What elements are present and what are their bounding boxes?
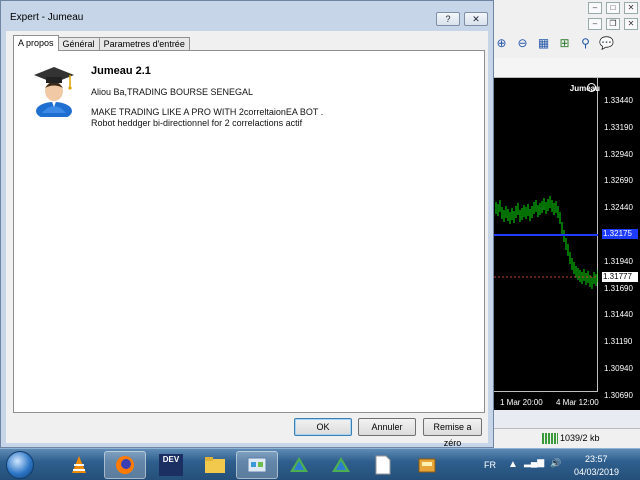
chart-plot-area xyxy=(494,78,599,392)
traffic-status: 1039/2 kb xyxy=(560,433,600,443)
tab-a-propos[interactable]: A propos xyxy=(13,35,59,51)
indicators-icon[interactable]: ⊞ xyxy=(557,36,572,51)
archive-icon[interactable] xyxy=(406,451,448,479)
ea-description-line2: Robot heddger bi-directionnel for 2 corr… xyxy=(91,118,303,128)
metatrader-icon[interactable] xyxy=(320,451,362,479)
zoom-out-icon[interactable]: ⊖ xyxy=(515,36,530,51)
ok-button[interactable]: OK xyxy=(294,418,352,436)
control-panel-icon[interactable] xyxy=(236,451,278,479)
terminal-window-controls: – □ ✕ xyxy=(588,2,638,14)
language-indicator[interactable]: FR xyxy=(484,460,496,470)
chart-window-controls: – ❐ ✕ xyxy=(588,18,638,30)
time-label: 4 Mar 12:00 xyxy=(556,398,599,407)
price-label: 1.30940 xyxy=(604,364,633,373)
connection-bars-icon xyxy=(542,433,558,444)
price-chart[interactable]: Jumeau 1.33440 1.33190 1.32940 1.32690 1.324… xyxy=(494,78,640,410)
blue-line-price-box: 1.32175 xyxy=(602,229,638,239)
price-label: 1.33440 xyxy=(604,96,633,105)
zoom-in-icon[interactable]: ⊕ xyxy=(494,36,509,51)
dialog-client: A propos Général Parametres d'entrée Jum… xyxy=(6,31,488,448)
ea-description-line1: MAKE TRADING LIKE A PRO WITH 2correltaio… xyxy=(91,107,324,117)
price-label: 1.31440 xyxy=(604,310,633,320)
network-icon[interactable]: ▂▄▆ xyxy=(524,457,544,468)
terminal-statusbar: 1039/2 kb xyxy=(494,428,640,448)
graduate-avatar-icon xyxy=(34,67,74,117)
dialog-titlebar[interactable]: Expert - Jumeau ? ✕ xyxy=(1,1,493,31)
price-label: 1.32940 xyxy=(604,149,633,159)
price-label: 1.32690 xyxy=(604,176,633,186)
maximize-button[interactable]: □ xyxy=(606,2,620,14)
start-button[interactable] xyxy=(6,451,34,479)
windows-taskbar: DEV FR ▲ ▂▄▆ 🔊 23:57 04/03/2019 xyxy=(0,448,640,480)
price-label: 1.33190 xyxy=(604,122,633,132)
taskbar-separator xyxy=(452,451,462,479)
current-price-box: 1.31777 xyxy=(602,272,638,282)
chart-close-button[interactable]: ✕ xyxy=(624,18,638,30)
chart-toolbar: ⊕ ⊖ ▦ ⊞ ⚲ 💬 xyxy=(494,36,614,51)
about-panel: Jumeau 2.1 Aliou Ba,TRADING BOURSE SENEG… xyxy=(13,50,485,413)
clock-date[interactable]: 04/03/2019 xyxy=(574,467,619,477)
chart-restore-button[interactable]: ❐ xyxy=(606,18,620,30)
time-label: 1 Mar 20:00 xyxy=(500,398,543,407)
search-icon[interactable]: ⚲ xyxy=(578,36,593,51)
tab-general[interactable]: Général xyxy=(57,37,100,51)
dialog-tabs: A propos Général Parametres d'entrée xyxy=(13,35,190,51)
devc-icon[interactable]: DEV xyxy=(150,451,192,479)
chart-minimize-button[interactable]: – xyxy=(588,18,602,30)
document-icon[interactable] xyxy=(362,451,404,479)
ea-author: Aliou Ba,TRADING BOURSE SENEGAL xyxy=(91,87,254,97)
help-button[interactable]: ? xyxy=(436,12,460,26)
reset-button[interactable]: Remise a zéro xyxy=(423,418,482,448)
chat-icon[interactable]: 💬 xyxy=(599,36,614,51)
expert-dialog: Expert - Jumeau ? ✕ A propos Général Par… xyxy=(0,0,494,448)
ea-name: Jumeau 2.1 xyxy=(91,65,151,77)
price-label: 1.31190 xyxy=(604,337,633,347)
chart-candles xyxy=(494,196,599,289)
volume-icon[interactable]: 🔊 xyxy=(550,458,561,469)
metatrader-icon[interactable] xyxy=(278,451,320,479)
tile-windows-icon[interactable]: ▦ xyxy=(536,36,551,51)
close-button[interactable]: ✕ xyxy=(624,2,638,14)
cancel-button[interactable]: Annuler xyxy=(358,418,416,436)
close-button[interactable]: ✕ xyxy=(464,12,488,26)
minimize-button[interactable]: – xyxy=(588,2,602,14)
show-hidden-icons-icon[interactable]: ▲ xyxy=(508,459,518,470)
price-label: 1.30690 xyxy=(604,390,633,400)
dialog-title: Expert - Jumeau xyxy=(10,12,84,23)
dev-label: DEV xyxy=(159,454,183,476)
vlc-icon[interactable] xyxy=(58,451,100,479)
chart-tabbar xyxy=(494,58,640,78)
file-explorer-icon[interactable] xyxy=(194,451,236,479)
firefox-icon[interactable] xyxy=(104,451,146,479)
price-label: 1.32440 xyxy=(604,203,633,213)
clock-time[interactable]: 23:57 xyxy=(585,454,608,464)
ea-smiley-icon xyxy=(587,83,596,92)
price-label: 1.31940 xyxy=(604,256,633,266)
tab-parametres[interactable]: Parametres d'entrée xyxy=(98,37,190,51)
price-label: 1.31690 xyxy=(604,283,633,293)
